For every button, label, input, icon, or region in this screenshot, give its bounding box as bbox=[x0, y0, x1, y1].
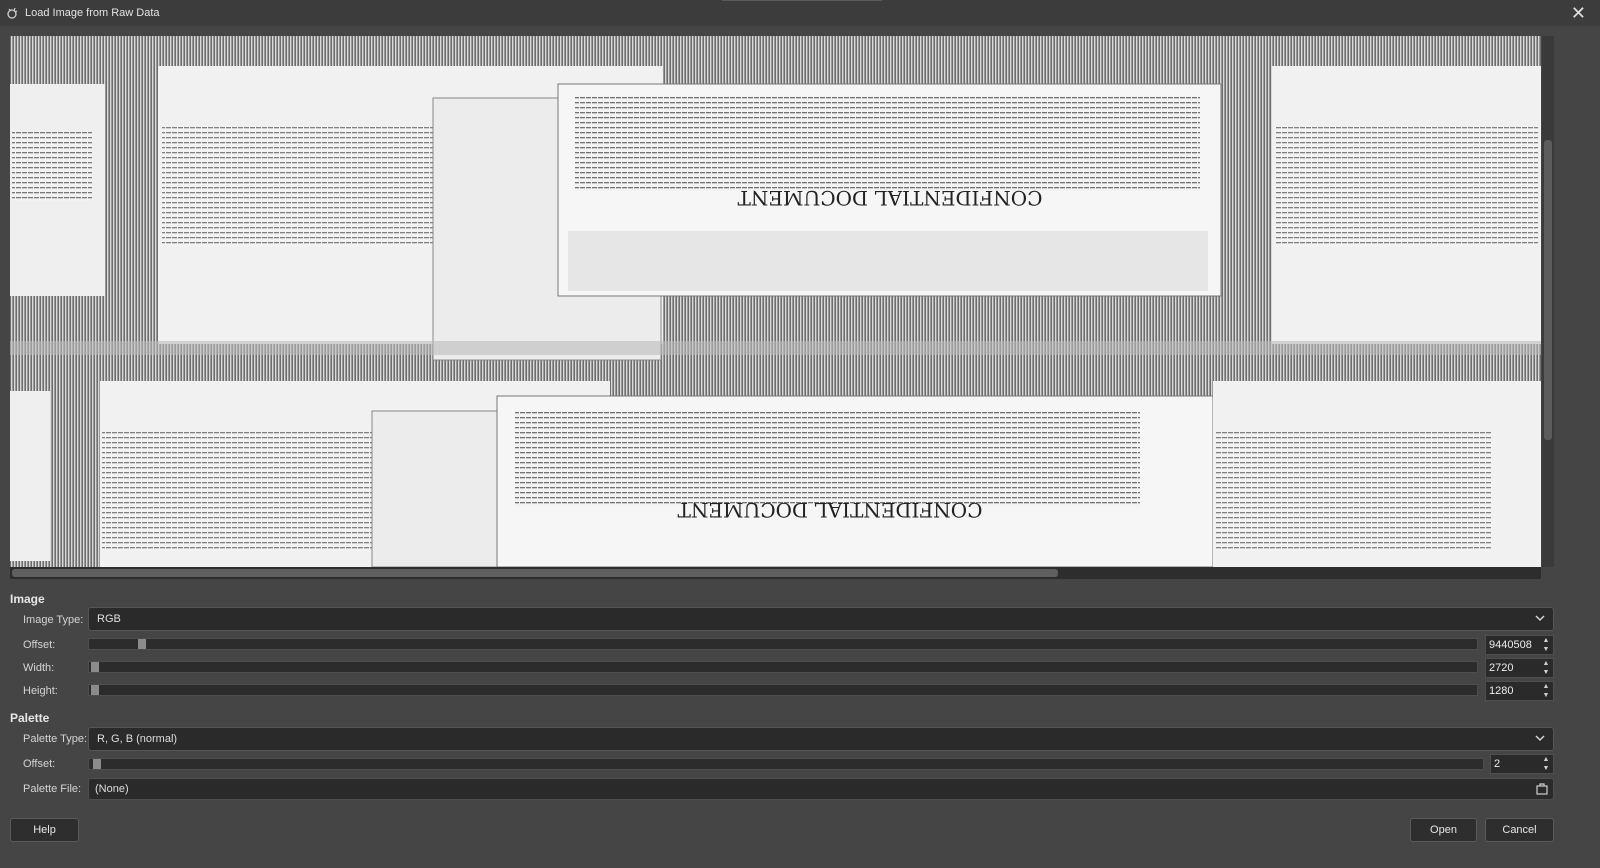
title-divider bbox=[722, 0, 882, 1]
image-width-value: 2720 bbox=[1489, 662, 1514, 674]
title-bar: Load Image from Raw Data ✕ bbox=[0, 0, 1600, 26]
chevron-down-icon bbox=[1535, 735, 1545, 742]
palette-offset-label: Offset: bbox=[23, 758, 56, 770]
spin-down-icon[interactable]: ▼ bbox=[1541, 668, 1551, 677]
image-offset-label: Offset: bbox=[23, 639, 56, 651]
palette-file-value: (None) bbox=[95, 783, 129, 795]
preview-horizontal-scrollbar[interactable] bbox=[10, 567, 1541, 579]
slider-handle[interactable] bbox=[93, 759, 101, 769]
image-type-label: Image Type: bbox=[23, 614, 84, 626]
slider-handle[interactable] bbox=[91, 685, 99, 695]
image-width-spinbox[interactable]: 2720 ▲ ▼ bbox=[1485, 658, 1554, 678]
palette-section-heading: Palette bbox=[10, 711, 50, 725]
spin-up-icon[interactable]: ▲ bbox=[1541, 682, 1551, 691]
image-offset-spinbox[interactable]: 9440508 ▲ ▼ bbox=[1485, 635, 1554, 655]
cancel-button[interactable]: Cancel bbox=[1485, 818, 1554, 842]
document-open-icon bbox=[1536, 783, 1548, 795]
preview-vertical-scrollbar[interactable] bbox=[1542, 36, 1554, 567]
image-section-heading: Image bbox=[10, 592, 45, 606]
gimp-wilber-icon bbox=[7, 7, 18, 19]
spin-down-icon[interactable]: ▼ bbox=[1541, 691, 1551, 700]
scrollbar-thumb[interactable] bbox=[1544, 140, 1552, 440]
image-height-value: 1280 bbox=[1489, 685, 1514, 697]
image-width-slider[interactable] bbox=[88, 661, 1478, 673]
palette-offset-slider[interactable] bbox=[88, 758, 1484, 770]
slider-handle[interactable] bbox=[91, 662, 99, 672]
palette-file-label: Palette File: bbox=[23, 783, 82, 795]
spin-up-icon[interactable]: ▲ bbox=[1541, 659, 1551, 668]
image-type-select[interactable]: RGB bbox=[88, 607, 1554, 631]
palette-type-select[interactable]: R, G, B (normal) bbox=[88, 727, 1554, 751]
image-height-spinbox[interactable]: 1280 ▲ ▼ bbox=[1485, 681, 1554, 701]
image-type-value: RGB bbox=[97, 613, 121, 625]
raw-data-preview: CONFIDENTIAL DOCUMENT CONFIDENTIAL DOCUM… bbox=[10, 36, 1541, 567]
image-offset-slider[interactable] bbox=[88, 638, 1478, 650]
palette-type-label: Palette Type: bbox=[23, 733, 88, 745]
preview-doc-heading-top: CONFIDENTIAL DOCUMENT bbox=[737, 186, 1043, 210]
spin-down-icon[interactable]: ▼ bbox=[1541, 764, 1551, 773]
chevron-down-icon bbox=[1535, 615, 1545, 622]
preview-image: CONFIDENTIAL DOCUMENT CONFIDENTIAL DOCUM… bbox=[10, 36, 1541, 567]
palette-file-chooser[interactable]: (None) bbox=[88, 778, 1554, 800]
image-offset-value: 9440508 bbox=[1489, 639, 1532, 651]
spin-down-icon[interactable]: ▼ bbox=[1541, 645, 1551, 654]
scrollbar-thumb[interactable] bbox=[12, 569, 1058, 577]
palette-type-value: R, G, B (normal) bbox=[97, 733, 178, 745]
preview-doc-heading-bottom: CONFIDENTIAL DOCUMENT bbox=[677, 498, 983, 522]
spin-up-icon[interactable]: ▲ bbox=[1541, 755, 1551, 764]
palette-offset-value: 2 bbox=[1494, 758, 1501, 770]
slider-handle[interactable] bbox=[138, 639, 146, 649]
window-title: Load Image from Raw Data bbox=[25, 7, 160, 19]
help-button[interactable]: Help bbox=[10, 818, 79, 842]
open-button[interactable]: Open bbox=[1410, 818, 1477, 842]
close-icon[interactable]: ✕ bbox=[1571, 3, 1586, 23]
spin-up-icon[interactable]: ▲ bbox=[1541, 636, 1551, 645]
image-width-label: Width: bbox=[23, 662, 55, 674]
palette-offset-spinbox[interactable]: 2 ▲ ▼ bbox=[1490, 754, 1554, 774]
image-height-slider[interactable] bbox=[88, 684, 1478, 696]
image-height-label: Height: bbox=[23, 685, 58, 697]
